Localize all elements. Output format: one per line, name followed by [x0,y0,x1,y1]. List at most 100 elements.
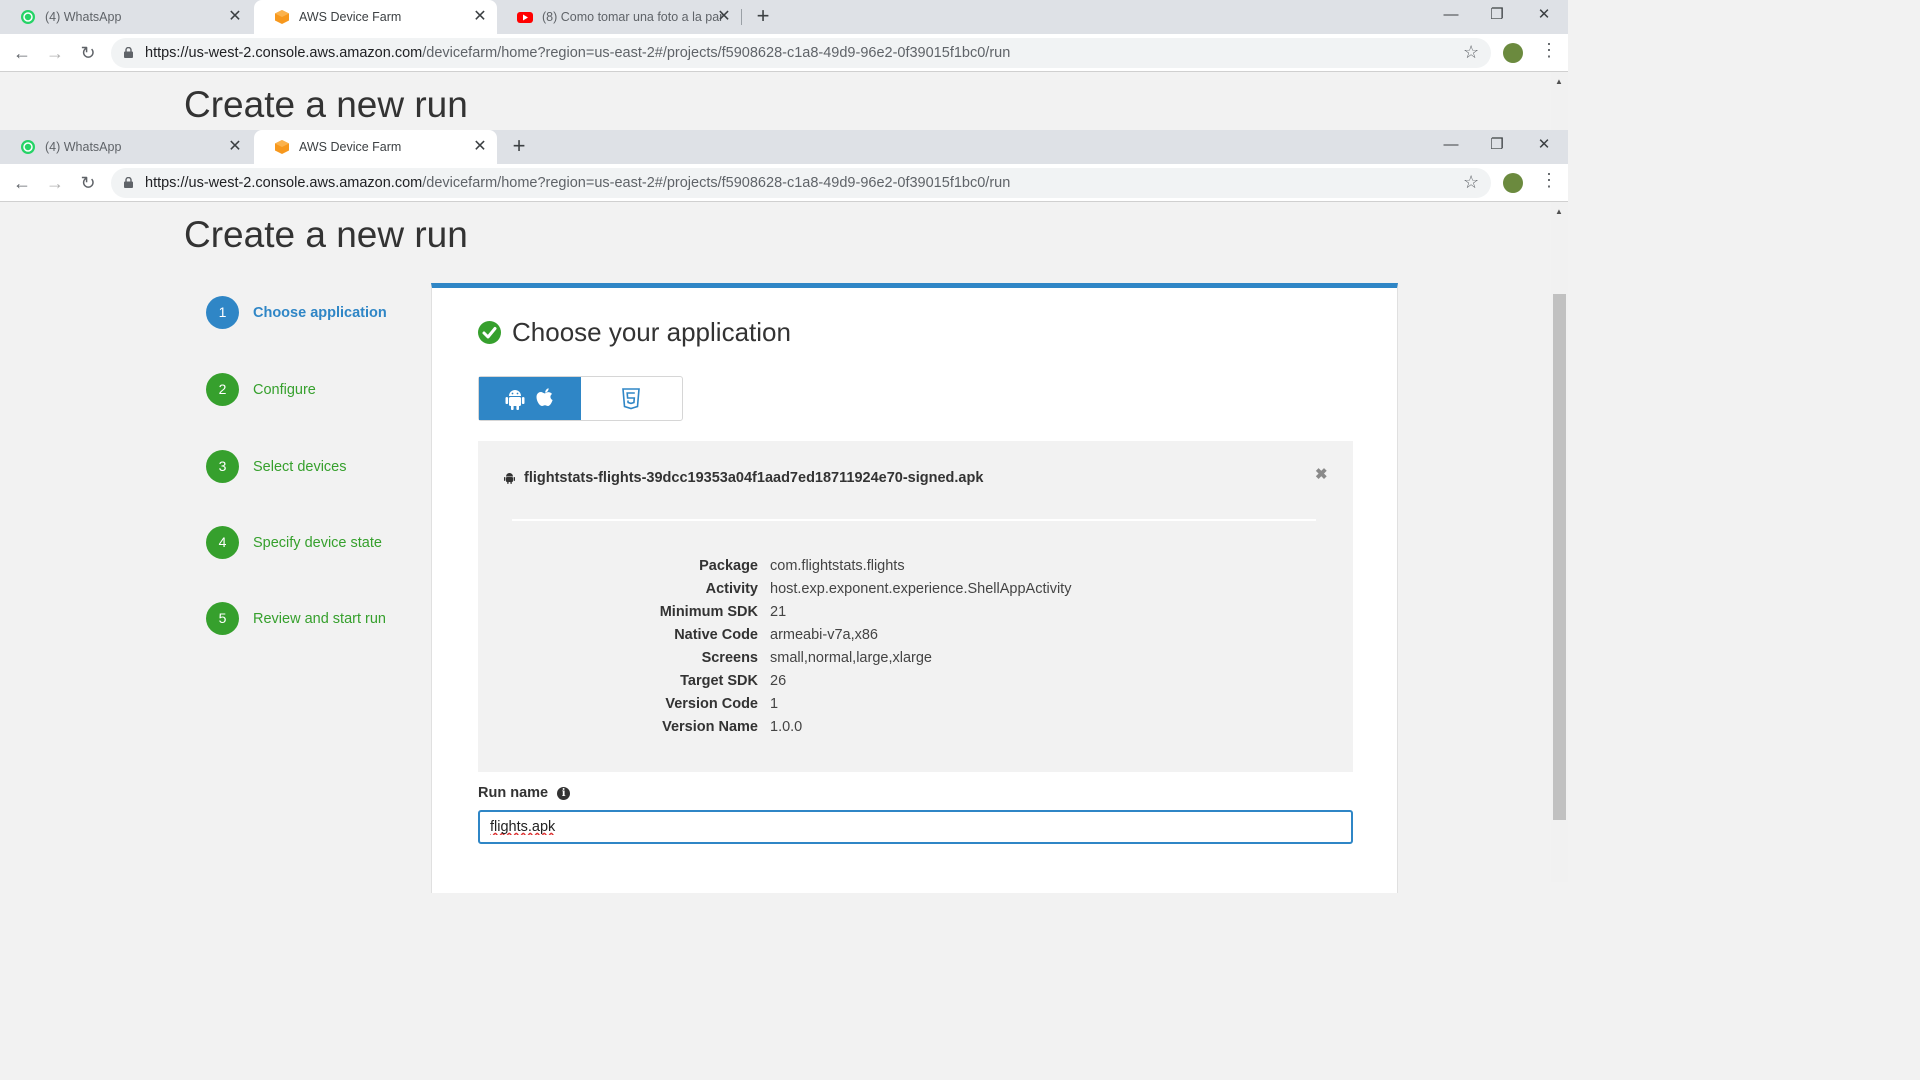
tab-youtube[interactable]: (8) Como tomar una foto a la par ✕ [497,0,741,34]
bookmark-star-icon[interactable]: ☆ [1463,172,1479,193]
property-value: com.flightstats.flights [770,557,905,574]
background-page-heading: Create a new run [184,84,468,125]
details-divider [512,519,1316,521]
info-icon[interactable]: i [557,786,571,800]
browser-menu-icon[interactable]: ⋮ [1540,40,1558,61]
page-title: Create a new run [184,214,468,255]
step-number: 5 [206,602,239,635]
tab-strip: (4) WhatsApp ✕ AWS Device Farm ✕ + — ❐ ✕ [0,130,1568,164]
web-app-option[interactable] [581,377,683,420]
property-row: Package com.flightstats.flights [628,554,1071,577]
property-value: small,normal,large,xlarge [770,649,932,666]
bookmark-star-icon[interactable]: ☆ [1463,42,1479,63]
restore-button[interactable]: ❐ [1474,130,1520,160]
scroll-up-arrow-icon[interactable]: ▲ [1555,207,1563,216]
run-name-input[interactable] [478,810,1353,844]
url-text: https://us-west-2.console.aws.amazon.com… [145,175,1010,191]
browser-toolbar: ← → ↻ https://us-west-2.console.aws.amaz… [0,34,1568,72]
scroll-up-arrow-icon[interactable]: ▲ [1555,77,1563,86]
minimize-button[interactable]: — [1428,130,1474,160]
close-window-button[interactable]: ✕ [1521,130,1567,160]
property-row: Version Name 1.0.0 [628,715,1071,738]
property-value: 1.0.0 [770,718,803,735]
tab-separator [741,9,742,25]
url-path: /devicefarm/home?region=us-east-2#/proje… [422,45,1011,61]
url-host: https://us-west-2.console.aws.amazon.com [145,45,423,61]
step-select-devices[interactable]: 3 Select devices [206,450,347,483]
property-value: 26 [770,672,787,689]
scrollbar-thumb[interactable] [1553,294,1566,820]
native-app-option[interactable] [479,377,581,420]
property-row: Minimum SDK 21 [628,600,1071,623]
whatsapp-icon [21,140,35,154]
aws-cube-icon [275,140,289,154]
tab-label: AWS Device Farm [299,140,402,154]
aws-cube-icon [275,10,289,24]
close-tab-icon[interactable]: ✕ [471,8,489,26]
profile-avatar[interactable] [1503,43,1523,63]
step-configure[interactable]: 2 Configure [206,373,316,406]
step-label: Review and start run [253,610,386,627]
forward-button[interactable]: → [41,169,69,197]
choose-application-panel: Choose your application flightstats-flig… [431,283,1398,893]
background-browser-window: (4) WhatsApp ✕ AWS Device Farm ✕ (8) Com… [0,0,1568,130]
run-name-label: Run name i [478,785,571,801]
tab-whatsapp[interactable]: (4) WhatsApp ✕ [0,130,252,164]
reload-button[interactable]: ↻ [74,39,102,67]
property-value: 1 [770,695,779,712]
step-choose-application[interactable]: 1 Choose application [206,296,387,329]
browser-toolbar: ← → ↻ https://us-west-2.console.aws.amaz… [0,164,1568,202]
close-tab-icon[interactable]: ✕ [715,8,733,26]
reload-button[interactable]: ↻ [74,169,102,197]
property-key: Package [699,557,758,574]
url-text: https://us-west-2.console.aws.amazon.com… [145,45,1010,61]
close-tab-icon[interactable]: ✕ [471,138,489,156]
property-value: host.exp.exponent.experience.ShellAppAct… [770,580,1072,597]
property-row: Screens small,normal,large,xlarge [628,646,1071,669]
check-circle-icon [478,321,501,344]
step-review-and-start-run[interactable]: 5 Review and start run [206,602,386,635]
close-tab-icon[interactable]: ✕ [226,8,244,26]
browser-menu-icon[interactable]: ⋮ [1540,170,1558,191]
tab-aws-device-farm[interactable]: AWS Device Farm ✕ [254,0,497,34]
platform-toggle [478,376,683,421]
property-key: Screens [701,649,758,666]
property-row: Native Code armeabi-v7a,x86 [628,623,1071,646]
property-key: Native Code [674,626,758,643]
scrollbar[interactable]: ▲ [1551,72,1568,130]
run-name-label-text: Run name [478,785,549,801]
property-key: Activity [705,580,758,597]
close-window-button[interactable]: ✕ [1521,0,1567,30]
forward-button[interactable]: → [41,39,69,67]
url-host: https://us-west-2.console.aws.amazon.com [145,175,423,191]
new-tab-button[interactable]: + [507,135,531,159]
property-row: Version Code 1 [628,692,1071,715]
tab-whatsapp[interactable]: (4) WhatsApp ✕ [0,0,252,34]
step-label: Configure [253,381,316,398]
back-button[interactable]: ← [8,169,36,197]
tab-aws-device-farm[interactable]: AWS Device Farm ✕ [254,130,497,164]
step-number: 2 [206,373,239,406]
android-icon [504,473,515,484]
step-number: 3 [206,450,239,483]
profile-avatar[interactable] [1503,173,1523,193]
restore-button[interactable]: ❐ [1474,0,1520,30]
step-specify-device-state[interactable]: 4 Specify device state [206,526,382,559]
panel-title-text: Choose your application [512,317,791,347]
property-key: Target SDK [680,672,758,689]
step-label: Select devices [253,458,347,475]
step-label: Choose application [253,304,387,321]
browser-window: (4) WhatsApp ✕ AWS Device Farm ✕ + — ❐ ✕… [0,130,1568,202]
new-tab-button[interactable]: + [751,5,775,29]
close-tab-icon[interactable]: ✕ [226,138,244,156]
back-button[interactable]: ← [8,39,36,67]
android-icon [505,389,525,410]
uploaded-app-details: flightstats-flights-39dcc19353a04f1aad7e… [478,441,1353,772]
tab-label: (8) Como tomar una foto a la par [542,10,724,24]
url-path: /devicefarm/home?region=us-east-2#/proje… [422,175,1011,191]
property-row: Target SDK 26 [628,669,1071,692]
address-bar[interactable]: https://us-west-2.console.aws.amazon.com… [111,38,1491,68]
minimize-button[interactable]: — [1428,0,1474,30]
address-bar[interactable]: https://us-west-2.console.aws.amazon.com… [111,168,1491,198]
remove-app-icon[interactable]: ✖ [1315,465,1328,483]
